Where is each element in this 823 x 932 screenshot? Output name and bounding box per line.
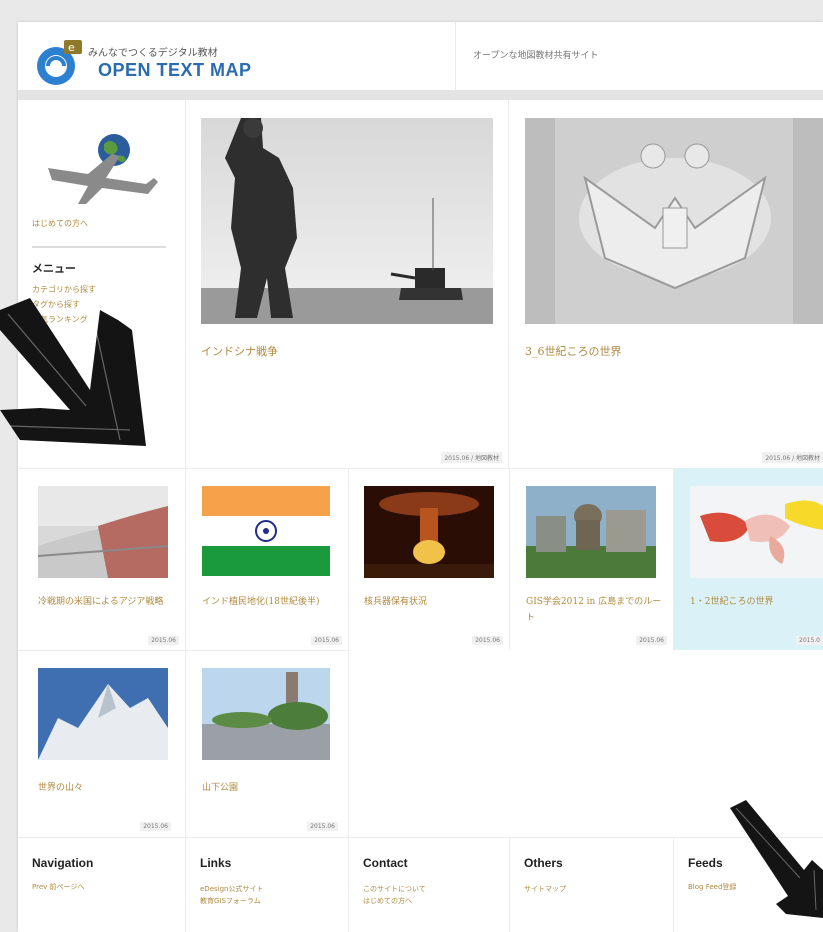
footer-link-sitemap[interactable]: サイトマップ: [524, 884, 566, 894]
header-separator: [18, 90, 823, 100]
post-title[interactable]: 核兵器保有状況: [364, 594, 500, 610]
footer-link-about[interactable]: このサイトについて: [363, 884, 426, 894]
footer-contact: Contact このサイトについて はじめての方へ: [349, 838, 509, 932]
post-date-badge: 2015.06: [311, 636, 342, 645]
site-footer: Navigation Prev 前ページへ Links eDesign公式サイト…: [18, 837, 823, 932]
post-date-badge: 2015.0: [796, 636, 823, 645]
logo-subtitle: みんなでつくるデジタル教材: [88, 48, 218, 59]
post-date-badge: 2015.06: [307, 822, 338, 831]
svg-text:e: e: [68, 41, 75, 54]
footer-heading: Contact: [363, 856, 408, 870]
footer-others: Others サイトマップ: [510, 838, 673, 932]
post-card-1-2-century[interactable]: 1・2世紀ころの世界 2015.0: [674, 468, 823, 650]
post-thumbnail[interactable]: [364, 486, 494, 578]
post-date-badge: 2015.06 / 地図教材: [441, 452, 502, 463]
post-title[interactable]: 山下公園: [202, 780, 338, 796]
post-date-badge: 2015.06 / 地図教材: [762, 452, 823, 463]
post-thumbnail[interactable]: [38, 486, 168, 578]
post-date-badge: 2015.06: [636, 636, 667, 645]
post-date-badge: 2015.06: [148, 636, 179, 645]
post-card-mountains[interactable]: 世界の山々 2015.06: [18, 650, 185, 837]
footer-links: Links eDesign公式サイト 教育GISフォーラム: [186, 838, 348, 932]
post-card-nuclear[interactable]: 核兵器保有状況 2015.06: [349, 468, 509, 650]
footer-link-edesign[interactable]: eDesign公式サイト: [200, 884, 263, 894]
post-card-india[interactable]: インド植民地化(18世紀後半) 2015.06: [186, 468, 348, 650]
post-card-indochina[interactable]: インドシナ戦争 2015.06 / 地図教材: [186, 100, 508, 468]
intro-link[interactable]: はじめての方へ: [32, 218, 88, 229]
post-thumbnail[interactable]: [690, 486, 823, 578]
post-thumbnail[interactable]: [38, 668, 168, 760]
post-thumbnail[interactable]: [201, 118, 493, 324]
site-title[interactable]: OPEN TEXT MAP: [98, 60, 252, 81]
post-title[interactable]: GIS学会2012 in 広島までのルート: [526, 594, 662, 626]
footer-link-beginners[interactable]: はじめての方へ: [363, 896, 412, 906]
post-date-badge: 2015.06: [140, 822, 171, 831]
post-title[interactable]: インド植民地化(18世紀後半): [202, 594, 338, 610]
india-flag-thumbnail[interactable]: [202, 486, 330, 576]
footer-heading: Links: [200, 856, 232, 870]
post-card-cold-war[interactable]: 冷戦期の米国によるアジア戦略 2015.06: [18, 468, 185, 650]
post-thumbnail[interactable]: [525, 118, 823, 324]
site-tagline: オープンな地図教材共有サイト: [473, 51, 599, 61]
post-date-badge: 2015.06: [472, 636, 503, 645]
logo-icon[interactable]: e: [34, 36, 86, 88]
footer-heading: Navigation: [32, 856, 94, 870]
airplane-globe-icon[interactable]: [42, 124, 160, 206]
page: e みんなでつくるデジタル教材 OPEN TEXT MAP オープンな地図教材共…: [18, 22, 823, 932]
post-title[interactable]: 3_6世紀ころの世界: [525, 344, 815, 360]
post-card-3-6-century[interactable]: 3_6世紀ころの世界 2015.06 / 地図教材: [509, 100, 823, 468]
post-card-gis-route[interactable]: GIS学会2012 in 広島までのルート 2015.06: [510, 468, 673, 650]
menu-heading: メニュー: [32, 262, 76, 275]
scribbled-arrow-icon: [730, 800, 823, 918]
footer-link-gis-forum[interactable]: 教育GISフォーラム: [200, 896, 261, 906]
scribbled-arrow-icon: [0, 298, 146, 446]
footer-heading: Others: [524, 856, 563, 870]
post-title[interactable]: インドシナ戦争: [201, 344, 491, 360]
post-thumbnail[interactable]: [202, 668, 330, 760]
footer-link-prev[interactable]: Prev 前ページへ: [32, 882, 84, 892]
site-header: e みんなでつくるデジタル教材 OPEN TEXT MAP オープンな地図教材共…: [18, 22, 823, 92]
post-thumbnail[interactable]: [526, 486, 656, 578]
post-title[interactable]: 1・2世紀ころの世界: [690, 594, 820, 610]
post-title[interactable]: 冷戦期の米国によるアジア戦略: [38, 594, 174, 610]
post-title[interactable]: 世界の山々: [38, 780, 174, 796]
post-card-yamashita-park[interactable]: 山下公園 2015.06: [186, 650, 348, 837]
footer-navigation: Navigation Prev 前ページへ: [18, 838, 185, 932]
